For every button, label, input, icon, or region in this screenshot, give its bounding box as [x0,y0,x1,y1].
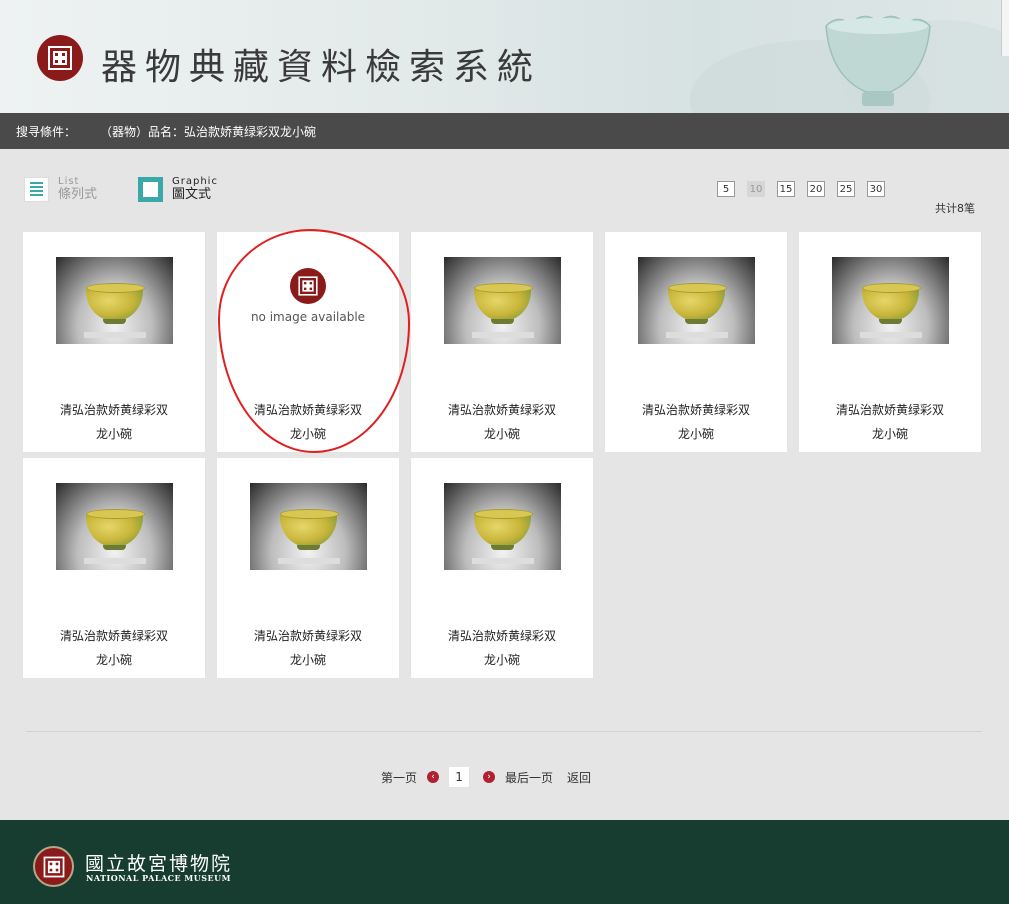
item-name[interactable]: 清弘治款娇黄绿彩双 [23,398,205,422]
result-card-7[interactable]: 清弘治款娇黄绿彩双 龙小碗 [217,458,399,678]
npm-seal-icon [290,268,326,304]
item-name[interactable]: 龙小碗 [23,422,205,446]
item-thumbnail[interactable] [638,257,755,344]
list-view-label-zh: 條列式 [58,186,98,202]
list-icon [24,176,49,202]
celadon-bowl-illustration [825,15,931,106]
item-thumbnail[interactable] [250,483,367,570]
last-page-link[interactable]: 最后一页 [505,769,553,786]
current-page-number[interactable]: 1 [449,767,470,787]
search-condition-label: 搜寻條件： [16,124,77,139]
item-name[interactable]: 龙小碗 [605,422,787,446]
item-thumbnail[interactable] [832,257,949,344]
museum-name-zh[interactable]: 國立故宮博物院 [85,849,232,876]
result-card-1[interactable]: 清弘治款娇黄绿彩双 龙小碗 [23,232,205,452]
item-name[interactable]: 龙小碗 [217,648,399,672]
no-image-text: no image available [250,310,366,324]
site-footer: 國立故宮博物院 NATIONAL PALACE MUSEUM [0,820,1009,904]
graphic-view-label-en: Graphic [172,176,218,187]
no-image-placeholder: no image available [217,268,399,324]
page-size-selector: 5 10 15 20 25 30 [717,181,885,197]
item-thumbnail[interactable] [56,483,173,570]
item-thumbnail[interactable] [56,257,173,344]
item-name[interactable]: 龙小碗 [411,648,593,672]
result-card-5[interactable]: 清弘治款娇黄绿彩双 龙小碗 [799,232,981,452]
result-card-8[interactable]: 清弘治款娇黄绿彩双 龙小碗 [411,458,593,678]
scrollbar-stub[interactable] [1001,0,1009,56]
item-thumbnail[interactable] [444,257,561,344]
item-thumbnail[interactable] [444,483,561,570]
site-header: 器物典藏資料檢索系統 [0,0,1009,113]
grid-icon [138,176,163,202]
result-card-2[interactable]: no image available 清弘治款娇黄绿彩双 龙小碗 [217,232,399,452]
pagination: 第一页 ‹ 1 › 最后一页 返回 [381,767,591,787]
page-size-25[interactable]: 25 [837,181,855,197]
graphic-view-toggle[interactable]: Graphic 圖文式 [138,176,218,202]
result-card-4[interactable]: 清弘治款娇黄绿彩双 龙小碗 [605,232,787,452]
page-size-20[interactable]: 20 [807,181,825,197]
content-divider [26,731,982,732]
museum-name-en[interactable]: NATIONAL PALACE MUSEUM [86,873,231,883]
chevron-left-icon[interactable]: ‹ [427,771,440,783]
page-size-30[interactable]: 30 [867,181,885,197]
back-link[interactable]: 返回 [567,769,591,786]
item-name[interactable]: 龙小碗 [217,422,399,446]
item-name[interactable]: 龙小碗 [411,422,593,446]
page-size-15[interactable]: 15 [777,181,795,197]
npm-seal-icon[interactable] [37,35,83,81]
npm-seal-icon[interactable] [33,846,74,887]
page-size-10[interactable]: 10 [747,181,765,197]
system-title: 器物典藏資料檢索系統 [101,47,542,88]
list-view-label-en: List [58,176,80,187]
search-condition-bar: 搜寻條件： （器物）品名：弘治款娇黄绿彩双龙小碗 [0,113,1009,149]
item-name[interactable]: 清弘治款娇黄绿彩双 [217,624,399,648]
first-page-link[interactable]: 第一页 [381,769,417,786]
page-size-5[interactable]: 5 [717,181,735,197]
item-name[interactable]: 清弘治款娇黄绿彩双 [605,398,787,422]
item-name[interactable]: 清弘治款娇黄绿彩双 [411,624,593,648]
list-view-toggle[interactable]: List 條列式 [24,176,97,202]
item-name[interactable]: 清弘治款娇黄绿彩双 [799,398,981,422]
search-condition-value: （器物）品名：弘治款娇黄绿彩双龙小碗 [100,124,317,139]
total-count: 共计8笔 [935,202,975,215]
item-name[interactable]: 清弘治款娇黄绿彩双 [217,398,399,422]
result-card-6[interactable]: 清弘治款娇黄绿彩双 龙小碗 [23,458,205,678]
item-name[interactable]: 龙小碗 [799,422,981,446]
item-name[interactable]: 清弘治款娇黄绿彩双 [411,398,593,422]
result-card-3[interactable]: 清弘治款娇黄绿彩双 龙小碗 [411,232,593,452]
chevron-right-icon[interactable]: › [483,771,496,783]
item-name[interactable]: 龙小碗 [23,648,205,672]
item-name[interactable]: 清弘治款娇黄绿彩双 [23,624,205,648]
graphic-view-label-zh: 圖文式 [172,186,212,202]
